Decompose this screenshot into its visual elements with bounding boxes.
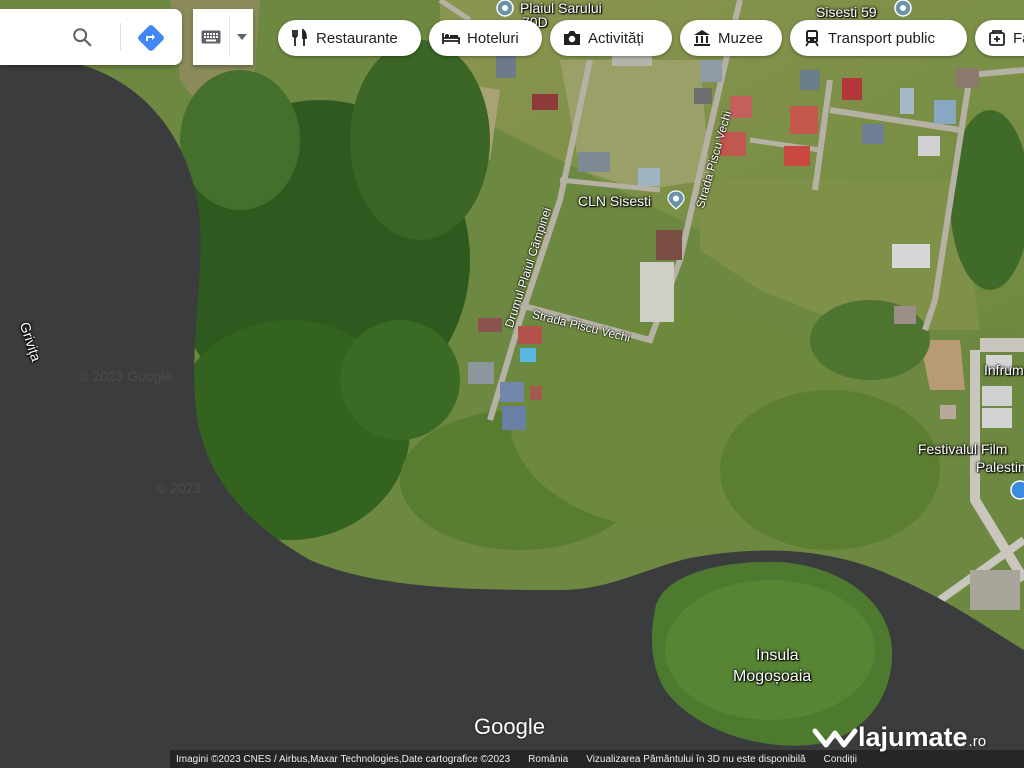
chip-restaurants[interactable]: Restaurante xyxy=(278,20,421,56)
place-label-infrum[interactable]: Infrum xyxy=(984,362,1024,378)
watermark-brand: lajumate xyxy=(858,722,968,752)
chip-label: Restaurante xyxy=(316,29,398,47)
place-pin-icon[interactable] xyxy=(1010,480,1024,500)
chip-museums[interactable]: Muzee xyxy=(680,20,782,56)
chip-label: Transport public xyxy=(828,29,935,47)
chip-label: Activități xyxy=(588,29,644,47)
island-label-line2: Mogoșoaia xyxy=(733,668,812,685)
camera-icon xyxy=(564,31,580,45)
chip-label: Fa xyxy=(1013,29,1024,47)
chip-public-transport[interactable]: Transport public xyxy=(790,20,967,56)
satellite-imagery xyxy=(0,0,1024,768)
category-chips: Restaurante Hoteluri Activități Muzee Tr… xyxy=(0,0,1024,60)
transit-icon xyxy=(805,30,819,47)
chip-pharmacies[interactable]: Fa xyxy=(975,20,1024,56)
imagery-attribution[interactable]: Imagini ©2023 CNES / Airbus,Maxar Techno… xyxy=(176,754,510,765)
island-label-line1: Insula xyxy=(756,647,799,664)
watermark-tld: .ro xyxy=(968,733,987,750)
hotel-icon xyxy=(442,33,460,44)
google-logo: Google xyxy=(474,714,545,739)
satellite-map[interactable]: © 2023 Google © 2023 Plaiul Sarului 70D … xyxy=(0,0,1024,768)
chip-hotels[interactable]: Hoteluri xyxy=(429,20,542,56)
museum-icon xyxy=(694,30,710,46)
chip-label: Hoteluri xyxy=(467,29,519,47)
chip-activities[interactable]: Activități xyxy=(550,20,672,56)
country-label: România xyxy=(528,753,569,765)
place-pin-icon[interactable] xyxy=(666,190,686,210)
chip-label: Muzee xyxy=(718,29,764,47)
earth-3d-note: Vizualizarea Pământului în 3D nu este di… xyxy=(586,753,806,765)
lajumate-logo-icon xyxy=(812,728,858,747)
place-label-festival-line1[interactable]: Festivalul Film xyxy=(918,441,1007,457)
restaurant-icon xyxy=(292,28,307,46)
terms-link[interactable]: Condiții xyxy=(824,754,857,765)
lajumate-watermark: lajumate .ro xyxy=(812,722,986,753)
place-label-festival-line2: Palestin xyxy=(976,459,1024,475)
pharmacy-icon xyxy=(989,30,1005,46)
place-label-cln-sisesti[interactable]: CLN Sisesti xyxy=(578,193,651,209)
